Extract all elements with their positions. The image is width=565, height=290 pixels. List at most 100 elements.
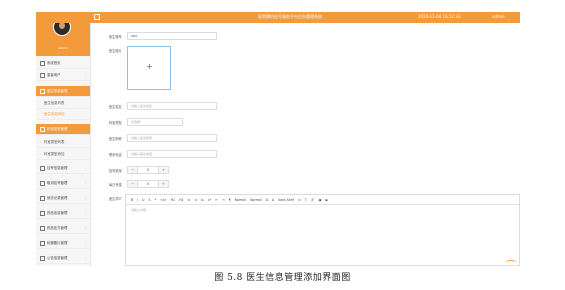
doc-icon	[40, 210, 45, 216]
sidebar-item-dept-mgmt[interactable]: 科室类型管理 ⌄	[36, 124, 90, 135]
daily-limit-value: 0	[146, 182, 150, 186]
sidebar-item-label: 取消挂号管理	[47, 181, 68, 185]
doc-icon	[40, 195, 45, 201]
profile-username: admin	[58, 46, 68, 50]
toolbar-button[interactable]: S	[148, 198, 150, 202]
sidebar-item-label: 药品处方管理	[47, 226, 68, 230]
sidebar-item-carousel[interactable]: 轮播图片管理 ›	[36, 238, 90, 249]
current-user[interactable]: admin	[492, 14, 505, 20]
system-title: 医院预约挂号服务平台后台管理系统	[258, 14, 322, 19]
contact-phone-input[interactable]: 请输入联系电话	[127, 150, 217, 158]
doctor-name-label: 医生姓名	[109, 105, 122, 109]
chevron-down-icon: ⌄	[83, 127, 86, 131]
app-screenshot: admin 系统首页 患者用户 › 医生信息管理 ⌄ 医生信息列表 医生信息添加 科…	[36, 12, 520, 266]
toolbar-button[interactable]: T	[305, 198, 307, 202]
toolbar-button[interactable]: ▣	[319, 198, 322, 202]
sidebar-item-label: 患者用户	[47, 73, 61, 77]
intro-label: 医生简介	[109, 197, 122, 201]
toolbar-button[interactable]: Normal	[235, 198, 247, 202]
dept-type-label: 科室类型	[109, 121, 122, 125]
sidebar-item-label: 系统首页	[47, 61, 61, 65]
chevron-icon: ›	[84, 256, 86, 260]
toolbar-button[interactable]: A	[266, 198, 268, 202]
doctor-name-input[interactable]: 请输入医生姓名	[127, 102, 217, 110]
sidebar-item-label: 公告信息管理	[47, 256, 68, 260]
toolbar-button[interactable]: ▶	[326, 198, 328, 202]
toolbar-button[interactable]: </>	[160, 198, 166, 202]
doctor-title-label: 医生职称	[109, 137, 122, 141]
toolbar-button[interactable]: 🔗	[311, 198, 315, 202]
rich-text-editor[interactable]: B I U S ❝ </> H1 H2 ≡ ≡ x₂ x² ⇤ ⇥ ¶ Normal Normal A A Sans …	[125, 194, 520, 266]
toolbar-button[interactable]: U	[142, 198, 144, 202]
plus-icon[interactable]: +	[158, 181, 168, 187]
chevron-icon: ›	[84, 73, 86, 77]
chevron-icon: ›	[84, 226, 86, 230]
reg-fee-stepper[interactable]: − 0 +	[127, 166, 169, 174]
toolbar-button[interactable]: H1	[171, 198, 175, 202]
reg-fee-value: 0	[146, 168, 150, 172]
toolbar-button[interactable]: Sans Serif	[278, 198, 294, 202]
doc-icon	[40, 180, 45, 186]
toolbar-button[interactable]: ⇥	[222, 198, 225, 202]
sidebar-item-home[interactable]: 系统首页	[36, 58, 90, 69]
toolbar-button[interactable]: ¶	[229, 198, 231, 202]
sidebar-item-doctor-mgmt[interactable]: 医生信息管理 ⌄	[36, 86, 90, 97]
sidebar-item-label: 科室类型管理	[47, 127, 68, 131]
user-icon	[40, 72, 45, 78]
sidebar-item-label: 轮播图片管理	[47, 241, 68, 245]
image-icon	[40, 240, 45, 246]
reg-fee-label: 挂号费用	[109, 169, 122, 173]
toolbar-button[interactable]: ❝	[155, 198, 157, 202]
editor-toolbar: B I U S ❝ </> H1 H2 ≡ ≡ x₂ x² ⇤ ⇥ ¶ Normal Normal A A Sans …	[126, 195, 519, 205]
sidebar-item-patients[interactable]: 患者用户 ›	[36, 70, 90, 81]
figure-caption: 图 5.8 医生信息管理添加界面图	[214, 273, 351, 283]
chevron-down-icon: ⌄	[83, 89, 86, 93]
toolbar-button[interactable]: H2	[179, 198, 183, 202]
sidebar-item-registration[interactable]: 挂号信息管理 ›	[36, 163, 90, 174]
toolbar-button[interactable]: x²	[208, 198, 211, 202]
chevron-icon: ›	[84, 181, 86, 185]
toolbar-button[interactable]: ⇤	[215, 198, 218, 202]
doctor-photo-label: 医生照片	[109, 49, 122, 53]
contact-phone-label: 联系电话	[109, 153, 122, 157]
daily-limit-label: 每日号源	[109, 183, 122, 187]
photo-upload[interactable]: +	[127, 46, 171, 90]
toolbar-button[interactable]: A	[272, 198, 274, 202]
chevron-down-icon: ⌄	[177, 120, 180, 124]
top-bar: 医院预约挂号服务平台后台管理系统 2024-11-04 16:12:33 adm…	[36, 12, 520, 23]
sidebar-item-label: 挂号信息管理	[47, 166, 68, 170]
doctor-account-input[interactable]: XXX	[127, 32, 217, 40]
toolbar-button[interactable]: B	[131, 198, 133, 202]
sidebar-item-doctor-list[interactable]: 医生信息列表	[36, 98, 90, 109]
folder-icon	[40, 88, 45, 94]
dept-type-select[interactable]: 请选择	[127, 118, 183, 126]
sidebar-item-cancel[interactable]: 取消挂号管理 ›	[36, 178, 90, 189]
bell-icon	[40, 255, 45, 261]
toolbar-button[interactable]: ≡	[298, 198, 301, 202]
sidebar-item-drugs[interactable]: 药品信息管理 ›	[36, 208, 90, 219]
chevron-icon: ›	[84, 211, 86, 215]
sidebar-item-dept-list[interactable]: 科室类型列表	[36, 137, 90, 148]
toolbar-button[interactable]: x₂	[201, 198, 204, 202]
doctor-title-input[interactable]: 请输入医生职称	[127, 134, 217, 142]
sidebar-item-visits[interactable]: 就诊记录管理 ›	[36, 193, 90, 204]
plus-icon: +	[146, 62, 153, 71]
toolbar-button[interactable]: I	[137, 198, 138, 202]
chevron-icon: ›	[84, 241, 86, 245]
doctor-account-label: 医生账号	[109, 35, 122, 39]
sidebar-item-notices[interactable]: 公告信息管理 ›	[36, 253, 90, 264]
toolbar-button[interactable]: ≡	[188, 198, 191, 202]
doc-icon	[40, 225, 45, 231]
sidebar-item-label: 科室类型添加	[44, 152, 65, 156]
sidebar-item-doctor-add[interactable]: 医生信息添加	[36, 109, 90, 120]
plus-icon[interactable]: +	[158, 167, 168, 173]
sidebar-item-dept-add[interactable]: 科室类型添加	[36, 149, 90, 160]
sidebar-item-prescriptions[interactable]: 药品处方管理 ›	[36, 223, 90, 234]
toolbar-button[interactable]: ≡	[194, 198, 197, 202]
toolbar-button[interactable]: Normal	[250, 198, 262, 202]
chevron-icon: ›	[84, 196, 86, 200]
sidebar-item-label: 药品信息管理	[47, 211, 68, 215]
datetime: 2024-11-04 16:12:33	[418, 14, 461, 19]
daily-limit-stepper[interactable]: − 0 +	[127, 180, 169, 188]
menu-toggle-icon[interactable]	[94, 14, 100, 20]
